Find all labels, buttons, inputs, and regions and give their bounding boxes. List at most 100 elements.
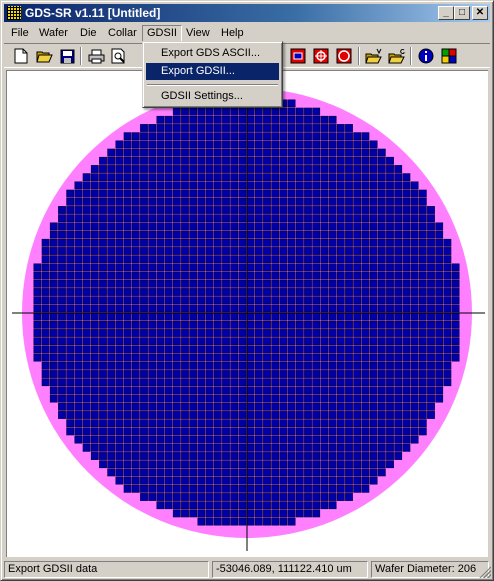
die-cell — [295, 165, 304, 173]
die-cell — [230, 115, 239, 124]
die-cell — [336, 197, 345, 206]
die-cell — [66, 394, 75, 403]
open-folder-icon[interactable] — [34, 46, 54, 66]
die-cell — [336, 419, 345, 428]
die-cell — [213, 460, 222, 469]
color-grid-icon[interactable] — [439, 46, 459, 66]
die-cell — [418, 411, 427, 419]
die-cell — [181, 402, 189, 411]
die-cell — [140, 156, 148, 165]
die-cell — [418, 263, 427, 272]
die-cell — [90, 181, 99, 190]
die-cell — [254, 255, 263, 264]
maximize-button[interactable]: □ — [454, 6, 470, 20]
die-cell — [148, 189, 157, 198]
die-cell — [369, 435, 378, 444]
menu-help[interactable]: Help — [216, 25, 249, 42]
menu-item-gdsii-settings[interactable]: GDSII Settings... — [146, 88, 279, 105]
die-cell — [197, 402, 206, 411]
die-cell — [99, 443, 107, 452]
open-ascii-icon[interactable] — [364, 46, 384, 66]
die-cell — [213, 132, 222, 141]
menu-wafer[interactable]: Wafer — [34, 25, 73, 42]
die-cell — [377, 263, 386, 272]
die-cell — [279, 435, 288, 444]
die-cell — [49, 312, 58, 321]
open-gdsii-icon[interactable] — [387, 46, 407, 66]
die-cell — [205, 501, 214, 510]
menu-collar[interactable]: Collar — [103, 25, 142, 42]
info-icon[interactable] — [416, 46, 436, 66]
die-cell — [74, 263, 83, 272]
die-cell — [295, 222, 304, 231]
wafer-outline-icon[interactable] — [334, 46, 354, 66]
die-cell — [451, 312, 460, 321]
menu-separator — [147, 84, 278, 86]
die-cell — [263, 238, 271, 247]
die-cell — [197, 132, 206, 141]
die-cell — [271, 222, 280, 231]
die-cell — [427, 386, 435, 395]
die-cell — [164, 427, 173, 436]
die-cell — [115, 411, 124, 419]
die-cell — [361, 411, 370, 419]
die-cell — [271, 181, 280, 190]
die-cell — [287, 353, 296, 362]
die-cell — [213, 263, 222, 272]
die-cell — [304, 247, 312, 255]
close-button[interactable]: ✕ — [472, 6, 488, 20]
menu-file[interactable]: File — [6, 25, 34, 42]
die-cell — [222, 156, 230, 165]
die-cell — [295, 509, 304, 518]
title-bar[interactable]: GDS-SR v1.11 [Untitled] _ □ ✕ — [4, 4, 490, 22]
die-cell — [49, 394, 58, 403]
die-cell — [222, 509, 230, 518]
die-cell — [295, 435, 304, 444]
die-cell — [320, 140, 329, 149]
die-cell — [443, 247, 452, 255]
crosshair-target-icon[interactable] — [311, 46, 331, 66]
menu-item-export-gdsii[interactable]: Export GDSII... — [146, 63, 279, 80]
die-cell — [238, 181, 247, 190]
die-cell — [336, 124, 345, 132]
die-cell — [189, 501, 198, 510]
menu-die[interactable]: Die — [75, 25, 102, 42]
toolbar-separator — [410, 47, 412, 65]
menu-view[interactable]: View — [181, 25, 215, 42]
die-cell — [156, 124, 165, 132]
die-cell — [99, 271, 107, 280]
die-cell — [377, 443, 386, 452]
die-cell — [140, 493, 148, 501]
die-cell — [304, 165, 312, 173]
die-cell — [263, 230, 271, 239]
die-cell — [312, 402, 321, 411]
die-cell — [328, 419, 337, 428]
die-cell — [156, 132, 165, 141]
die-cell — [99, 279, 107, 288]
die-cell — [279, 501, 288, 510]
die-select-icon[interactable] — [288, 46, 308, 66]
die-cell — [394, 402, 403, 411]
menu-item-export-gds-ascii[interactable]: Export GDS ASCII... — [146, 45, 279, 62]
print-icon[interactable] — [86, 46, 106, 66]
wafer-map-canvas[interactable] — [6, 70, 488, 557]
print-preview-icon[interactable] — [109, 46, 129, 66]
save-icon[interactable] — [57, 46, 77, 66]
die-cell — [402, 255, 411, 264]
die-cell — [140, 345, 148, 354]
die-cell — [287, 132, 296, 141]
die-cell — [345, 148, 353, 157]
die-cell — [107, 460, 116, 469]
resize-grip[interactable] — [479, 566, 491, 578]
die-cell — [82, 402, 91, 411]
die-cell — [172, 337, 181, 346]
new-file-icon[interactable] — [11, 46, 31, 66]
menu-gdsii[interactable]: GDSII — [142, 25, 182, 42]
die-cell — [222, 165, 230, 173]
die-cell — [394, 345, 403, 354]
die-cell — [197, 296, 206, 305]
die-cell — [246, 370, 255, 378]
die-cell — [312, 353, 321, 362]
minimize-button[interactable]: _ — [438, 6, 454, 20]
die-cell — [345, 468, 353, 477]
